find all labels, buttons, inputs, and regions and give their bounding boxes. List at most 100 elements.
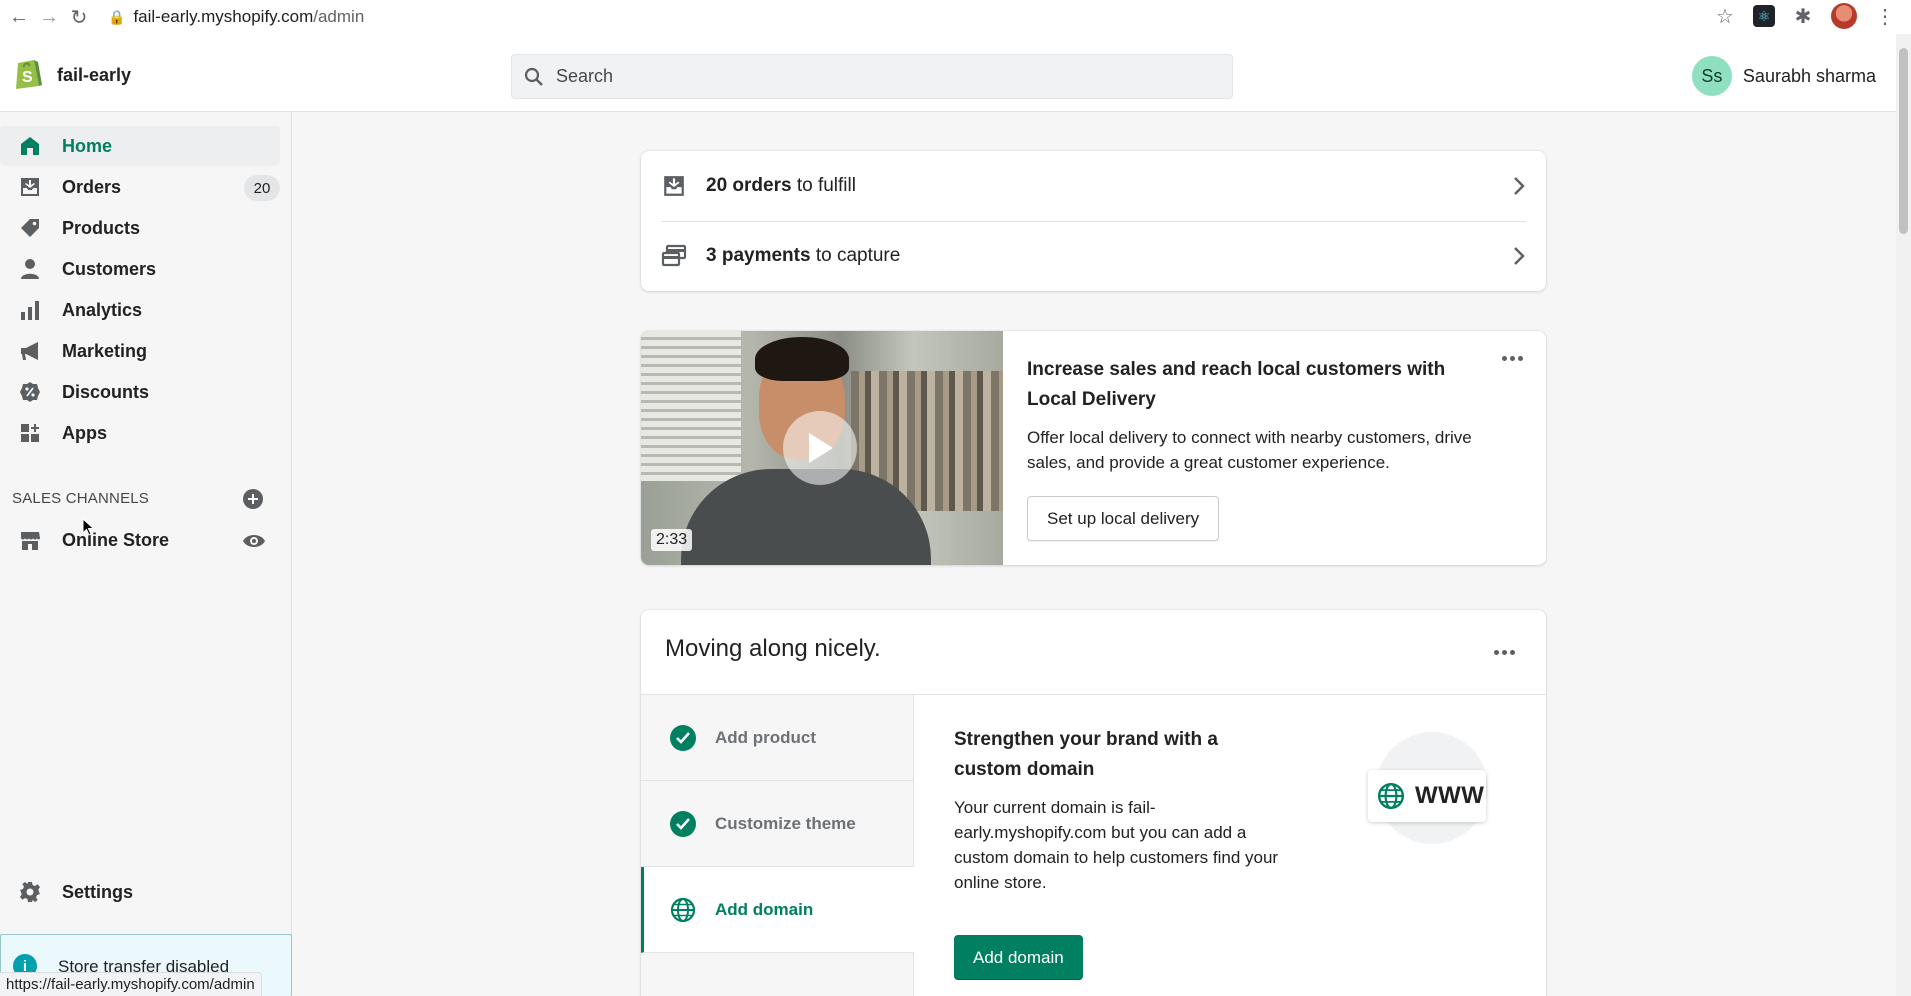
discount-icon xyxy=(17,379,43,405)
promo-title: Increase sales and reach local customers… xyxy=(1027,359,1446,410)
gear-icon xyxy=(17,879,43,905)
setup-title: Moving along nicely. xyxy=(665,635,881,662)
sidebar-item-label: Home xyxy=(62,135,113,156)
setup-guide-card: Moving along nicely. Add product Customi… xyxy=(641,610,1546,996)
orders-count: 20 orders xyxy=(706,175,792,196)
checkmark-icon xyxy=(670,810,696,837)
address-bar[interactable]: fail-early.myshopify.com/admin xyxy=(133,7,364,27)
profile-avatar-icon[interactable] xyxy=(1831,3,1857,29)
sidebar-item-label: Online Store xyxy=(62,529,170,550)
play-button[interactable] xyxy=(783,411,857,485)
lock-icon: 🔒 xyxy=(108,8,126,25)
sidebar-item-label: Products xyxy=(62,217,141,238)
set-up-local-delivery-button[interactable]: Set up local delivery xyxy=(1027,496,1220,541)
megaphone-icon xyxy=(17,338,43,364)
step-next[interactable] xyxy=(641,953,914,996)
home-icon xyxy=(17,133,43,159)
orders-rest-text: to fulfill xyxy=(791,175,856,196)
globe-icon xyxy=(1377,782,1405,810)
chevron-right-icon xyxy=(1514,247,1525,265)
sidebar-item-label: Customers xyxy=(62,258,157,279)
reload-icon[interactable]: ↻ xyxy=(64,2,94,32)
video-background xyxy=(641,331,741,481)
svg-text:S: S xyxy=(22,69,33,86)
admin-topbar: S fail-early Ss Saurabh sharma xyxy=(0,34,1896,112)
avatar: Ss xyxy=(1691,56,1732,96)
sidebar-item-label: Discounts xyxy=(62,381,150,402)
sidebar-item-online-store[interactable]: Online Store xyxy=(0,520,280,560)
back-icon[interactable]: ← xyxy=(4,2,34,32)
step-label: Add domain xyxy=(715,899,814,919)
sidebar-item-discounts[interactable]: Discounts xyxy=(0,372,280,412)
add-domain-button[interactable]: Add domain xyxy=(954,935,1083,980)
store-name[interactable]: fail-early xyxy=(57,65,131,86)
orders-count-badge: 20 xyxy=(244,175,280,201)
more-vert-icon[interactable]: ⋮ xyxy=(1871,2,1899,30)
user-menu[interactable]: Ss Saurabh sharma xyxy=(1691,56,1876,96)
step-add-product[interactable]: Add product xyxy=(641,695,914,781)
illustration-box: WWW xyxy=(1368,770,1486,822)
payments-to-capture-row[interactable]: 3 payments to capture xyxy=(661,221,1526,291)
link-status-tooltip: https://fail-early.myshopify.com/admin xyxy=(0,972,262,996)
view-store-eye-icon[interactable] xyxy=(242,531,266,551)
sidebar-item-label: Orders xyxy=(62,176,122,197)
sidebar-item-label: Marketing xyxy=(62,340,148,361)
add-channel-icon[interactable] xyxy=(242,488,264,510)
scrollbar-thumb[interactable] xyxy=(1899,48,1908,234)
sales-channels-heading: SALES CHANNELS xyxy=(12,490,150,507)
step-label: Add product xyxy=(715,727,817,747)
search-input[interactable] xyxy=(556,66,1156,87)
payments-icon xyxy=(661,243,687,269)
orders-icon xyxy=(661,173,687,199)
sidebar-item-products[interactable]: Products xyxy=(0,208,280,248)
play-icon xyxy=(809,433,833,463)
extensions-icon[interactable]: ✱ xyxy=(1789,2,1817,30)
globe-icon xyxy=(670,897,696,923)
tasks-card: 20 orders to fulfill 3 payments to captu… xyxy=(641,151,1546,291)
domain-detail-text: Your current domain is fail-early.myshop… xyxy=(954,798,1279,892)
sidebar-item-analytics[interactable]: Analytics xyxy=(0,290,280,330)
sidebar-item-customers[interactable]: Customers xyxy=(0,249,280,289)
apps-icon xyxy=(17,420,43,446)
more-actions-icon[interactable] xyxy=(1490,643,1518,661)
more-actions-icon[interactable] xyxy=(1498,349,1526,367)
bar-chart-icon xyxy=(17,297,43,323)
sidebar-item-orders[interactable]: Orders 20 xyxy=(0,167,280,207)
tag-icon xyxy=(17,215,43,241)
orders-to-fulfill-row[interactable]: 20 orders to fulfill xyxy=(661,151,1526,221)
sidebar: Home Orders 20 Products Customers Analyt… xyxy=(0,112,292,996)
checkmark-icon xyxy=(670,724,696,751)
shopify-logo-icon: S xyxy=(16,60,42,89)
sidebar-item-label: Settings xyxy=(62,881,134,902)
user-name: Saurabh sharma xyxy=(1742,65,1876,86)
person-icon xyxy=(17,256,43,282)
chevron-right-icon xyxy=(1514,177,1525,195)
illustration-www-text: WWW xyxy=(1415,782,1485,809)
step-add-domain[interactable]: Add domain xyxy=(641,867,914,953)
star-icon[interactable]: ☆ xyxy=(1711,2,1739,30)
sidebar-item-marketing[interactable]: Marketing xyxy=(0,331,280,371)
forward-icon[interactable]: → xyxy=(34,2,64,32)
sidebar-item-label: Analytics xyxy=(62,299,143,320)
sidebar-item-home[interactable]: Home xyxy=(0,126,280,166)
search-icon xyxy=(524,67,543,86)
promo-text: Offer local delivery to connect with nea… xyxy=(1027,428,1472,472)
react-devtools-icon[interactable]: ⚛ xyxy=(1753,5,1775,27)
orders-icon xyxy=(17,174,43,200)
search-bar[interactable] xyxy=(511,54,1233,99)
payments-count: 3 payments xyxy=(706,245,811,266)
video-duration: 2:33 xyxy=(651,529,693,551)
mouse-cursor-icon xyxy=(82,518,95,536)
sidebar-item-settings[interactable]: Settings xyxy=(0,872,280,912)
page-scrollbar[interactable] xyxy=(1896,34,1911,996)
step-label: Customize theme xyxy=(715,813,856,833)
sidebar-item-label: Apps xyxy=(62,422,107,443)
video-thumbnail[interactable]: 2:33 xyxy=(641,331,1003,565)
sidebar-item-apps[interactable]: Apps xyxy=(0,413,280,453)
domain-detail-title: Strengthen your brand with a custom doma… xyxy=(954,729,1218,780)
store-icon xyxy=(17,527,43,553)
setup-steps: Add product Customize theme Add domain xyxy=(641,695,914,996)
step-customize-theme[interactable]: Customize theme xyxy=(641,781,914,867)
browser-toolbar: ← → ↻ 🔒 fail-early.myshopify.com/admin ☆… xyxy=(0,0,1911,34)
domain-illustration: WWW xyxy=(1368,732,1488,844)
